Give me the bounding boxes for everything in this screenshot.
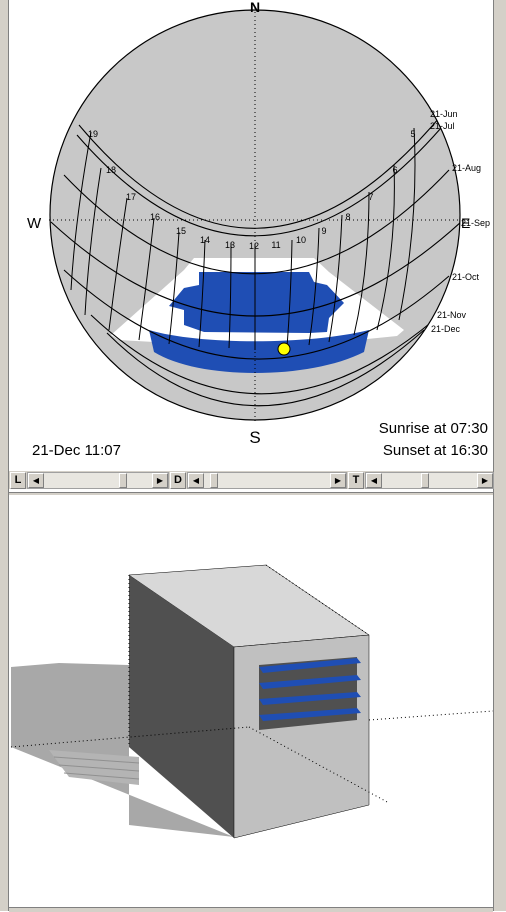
svg-text:6: 6 — [392, 165, 397, 175]
slider-thumb-l[interactable] — [119, 473, 127, 488]
slider-track-t[interactable]: ◀ ▶ — [365, 472, 494, 489]
date-label: 21-Jun — [430, 109, 458, 119]
date-label: 21-Sep — [461, 218, 490, 228]
sun-path-diagram: N S W E 21-Jun 21-Jul 21-Aug 21-Sep 21-O… — [27, 0, 490, 447]
compass-north-label: N — [250, 0, 260, 15]
compass-south-label: S — [249, 428, 260, 447]
date-label: 21-Oct — [452, 272, 480, 282]
svg-text:10: 10 — [296, 235, 306, 245]
svg-text:12: 12 — [249, 241, 259, 251]
compass-west-label: W — [27, 215, 42, 232]
window-frame-bottom — [9, 907, 493, 912]
slider-thumb-t[interactable] — [421, 473, 430, 488]
slider-track-d[interactable]: ◀ ▶ — [187, 472, 347, 489]
svg-text:13: 13 — [225, 240, 235, 250]
3d-scene — [10, 564, 493, 839]
date-label: 21-Jul — [430, 121, 455, 131]
svg-text:9: 9 — [321, 226, 326, 236]
svg-text:18: 18 — [106, 165, 116, 175]
svg-text:11: 11 — [271, 240, 280, 250]
scroll-left-arrow-icon[interactable]: ◀ — [366, 473, 382, 488]
scroll-left-arrow-icon[interactable]: ◀ — [28, 473, 44, 488]
sunset-time: Sunset at 16:30 — [382, 442, 488, 459]
slider-label-l: L — [10, 472, 26, 489]
window-frame-left — [0, 0, 9, 911]
svg-text:8: 8 — [345, 212, 350, 222]
window-frame-right — [493, 0, 506, 911]
sunrise-time: Sunrise at 07:30 — [378, 420, 488, 437]
slider-label-t: T — [348, 472, 364, 489]
scroll-right-arrow-icon[interactable]: ▶ — [477, 473, 493, 488]
date-label: 21-Aug — [452, 163, 481, 173]
slider-toolbar: L ◀ ▶ D ◀ ▶ T ◀ ▶ — [9, 471, 494, 489]
svg-text:17: 17 — [126, 192, 136, 202]
svg-text:16: 16 — [150, 212, 160, 222]
scroll-left-arrow-icon[interactable]: ◀ — [188, 473, 204, 488]
slider-thumb-d[interactable] — [209, 473, 218, 488]
scroll-right-arrow-icon[interactable]: ▶ — [152, 473, 168, 488]
svg-text:15: 15 — [176, 226, 186, 236]
svg-text:5: 5 — [410, 129, 415, 139]
svg-text:14: 14 — [200, 235, 210, 245]
svg-text:7: 7 — [368, 192, 373, 202]
sun-path-panel: N S W E 21-Jun 21-Jul 21-Aug 21-Sep 21-O… — [9, 0, 493, 466]
slider-track-l[interactable]: ◀ ▶ — [27, 472, 169, 489]
sun-marker[interactable] — [277, 342, 291, 356]
current-datetime: 21-Dec 11:07 — [32, 442, 121, 459]
scroll-right-arrow-icon[interactable]: ▶ — [330, 473, 346, 488]
date-label: 21-Dec — [431, 324, 461, 334]
svg-text:19: 19 — [88, 129, 98, 139]
slider-label-d: D — [170, 472, 186, 489]
date-label: 21-Nov — [437, 310, 467, 320]
3d-model-view[interactable] — [9, 495, 493, 907]
